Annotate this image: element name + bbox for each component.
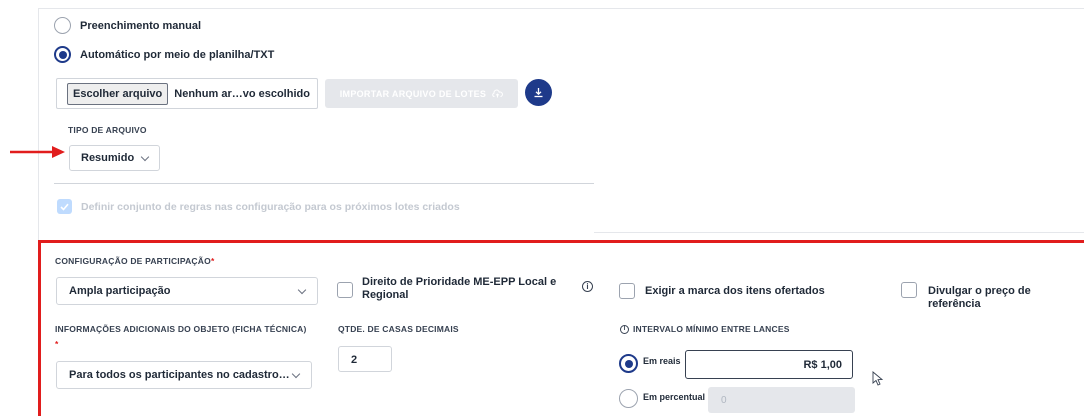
radio-auto-circle[interactable] (54, 46, 71, 63)
info-icon[interactable]: i (582, 281, 593, 292)
section-top-border (38, 8, 1084, 9)
red-arrow-annotation (10, 146, 65, 158)
download-icon (534, 88, 543, 98)
radio-manual-label: Preenchimento manual (80, 19, 202, 32)
required-mark: * (55, 339, 59, 349)
reference-price-checkbox[interactable] (901, 282, 917, 298)
checkmark-icon (60, 203, 69, 211)
radio-manual-entry[interactable]: Preenchimento manual (54, 17, 201, 34)
import-lots-button[interactable]: IMPORTAR ARQUIVO DE LOTES (325, 79, 518, 108)
reference-price-checkbox-label: Divulgar o preço de referência (928, 285, 1031, 310)
file-type-select[interactable]: Resumido (69, 145, 160, 171)
participation-value: Ampla participação (69, 285, 171, 297)
radio-auto-label: Automático por meio de planilha/TXT (80, 48, 275, 61)
required-mark: * (210, 256, 215, 266)
chevron-down-icon (297, 285, 307, 294)
import-lots-label: IMPORTAR ARQUIVO DE LOTES (339, 88, 487, 99)
additional-info-value: Para todos os participantes no cadastro… (69, 369, 290, 381)
decimals-input[interactable]: 2 (338, 346, 392, 372)
file-type-value: Resumido (81, 152, 135, 164)
priority-checkbox-label: Direito de Prioridade ME-EPP Local e Reg… (362, 276, 557, 301)
section-left-border (38, 8, 39, 240)
decimals-label: QTDE. DE CASAS DECIMAIS (338, 324, 459, 334)
interval-percent-label: Em percentual (643, 392, 706, 402)
additional-info-label: INFORMAÇÕES ADICIONAIS DO OBJETO (FICHA … (55, 324, 307, 334)
participation-label: CONFIGURAÇÃO DE PARTICIPAÇÃO* (55, 256, 214, 266)
section-divider (54, 183, 594, 184)
priority-checkbox[interactable] (337, 282, 353, 298)
radio-auto-entry[interactable]: Automático por meio de planilha/TXT (54, 46, 274, 63)
radio-interval-percent[interactable] (619, 389, 638, 408)
mouse-cursor-icon (872, 371, 884, 386)
participation-label-text: CONFIGURAÇÃO DE PARTICIPAÇÃO (55, 256, 211, 266)
radio-reais-circle[interactable] (619, 354, 638, 373)
info-icon: i (620, 324, 629, 334)
rules-checkbox[interactable] (57, 199, 72, 214)
interval-reais-input[interactable]: R$ 1,00 (685, 350, 853, 379)
chevron-down-icon (140, 152, 150, 161)
upload-cloud-icon (492, 89, 504, 98)
download-template-button[interactable] (525, 79, 552, 106)
radio-interval-reais[interactable] (619, 354, 638, 373)
rules-checkbox-label: Definir conjunto de regras nas configura… (81, 201, 460, 213)
chosen-file-name: Nenhum ar…vo escolhido (174, 87, 310, 100)
participation-select[interactable]: Ampla participação (56, 277, 318, 305)
choose-file-button[interactable]: Escolher arquivo (67, 82, 169, 105)
radio-percent-circle[interactable] (619, 389, 638, 408)
brand-checkbox[interactable] (619, 283, 635, 299)
interval-percent-input: 0 (708, 387, 855, 413)
interval-reais-label: Em reais (643, 356, 681, 366)
additional-info-select[interactable]: Para todos os participantes no cadastro… (56, 361, 312, 389)
brand-checkbox-label: Exigir a marca dos itens ofertados (645, 285, 825, 297)
chevron-down-icon (291, 369, 301, 378)
file-input[interactable]: Escolher arquivo Nenhum ar…vo escolhido (56, 78, 318, 109)
min-interval-label: i INTERVALO MÍNIMO ENTRE LANCES (620, 324, 790, 334)
min-interval-label-text: INTERVALO MÍNIMO ENTRE LANCES (633, 324, 790, 334)
radio-manual-circle[interactable] (54, 17, 71, 34)
file-type-label: TIPO DE ARQUIVO (68, 125, 147, 135)
section-bottom-border (594, 232, 1084, 233)
